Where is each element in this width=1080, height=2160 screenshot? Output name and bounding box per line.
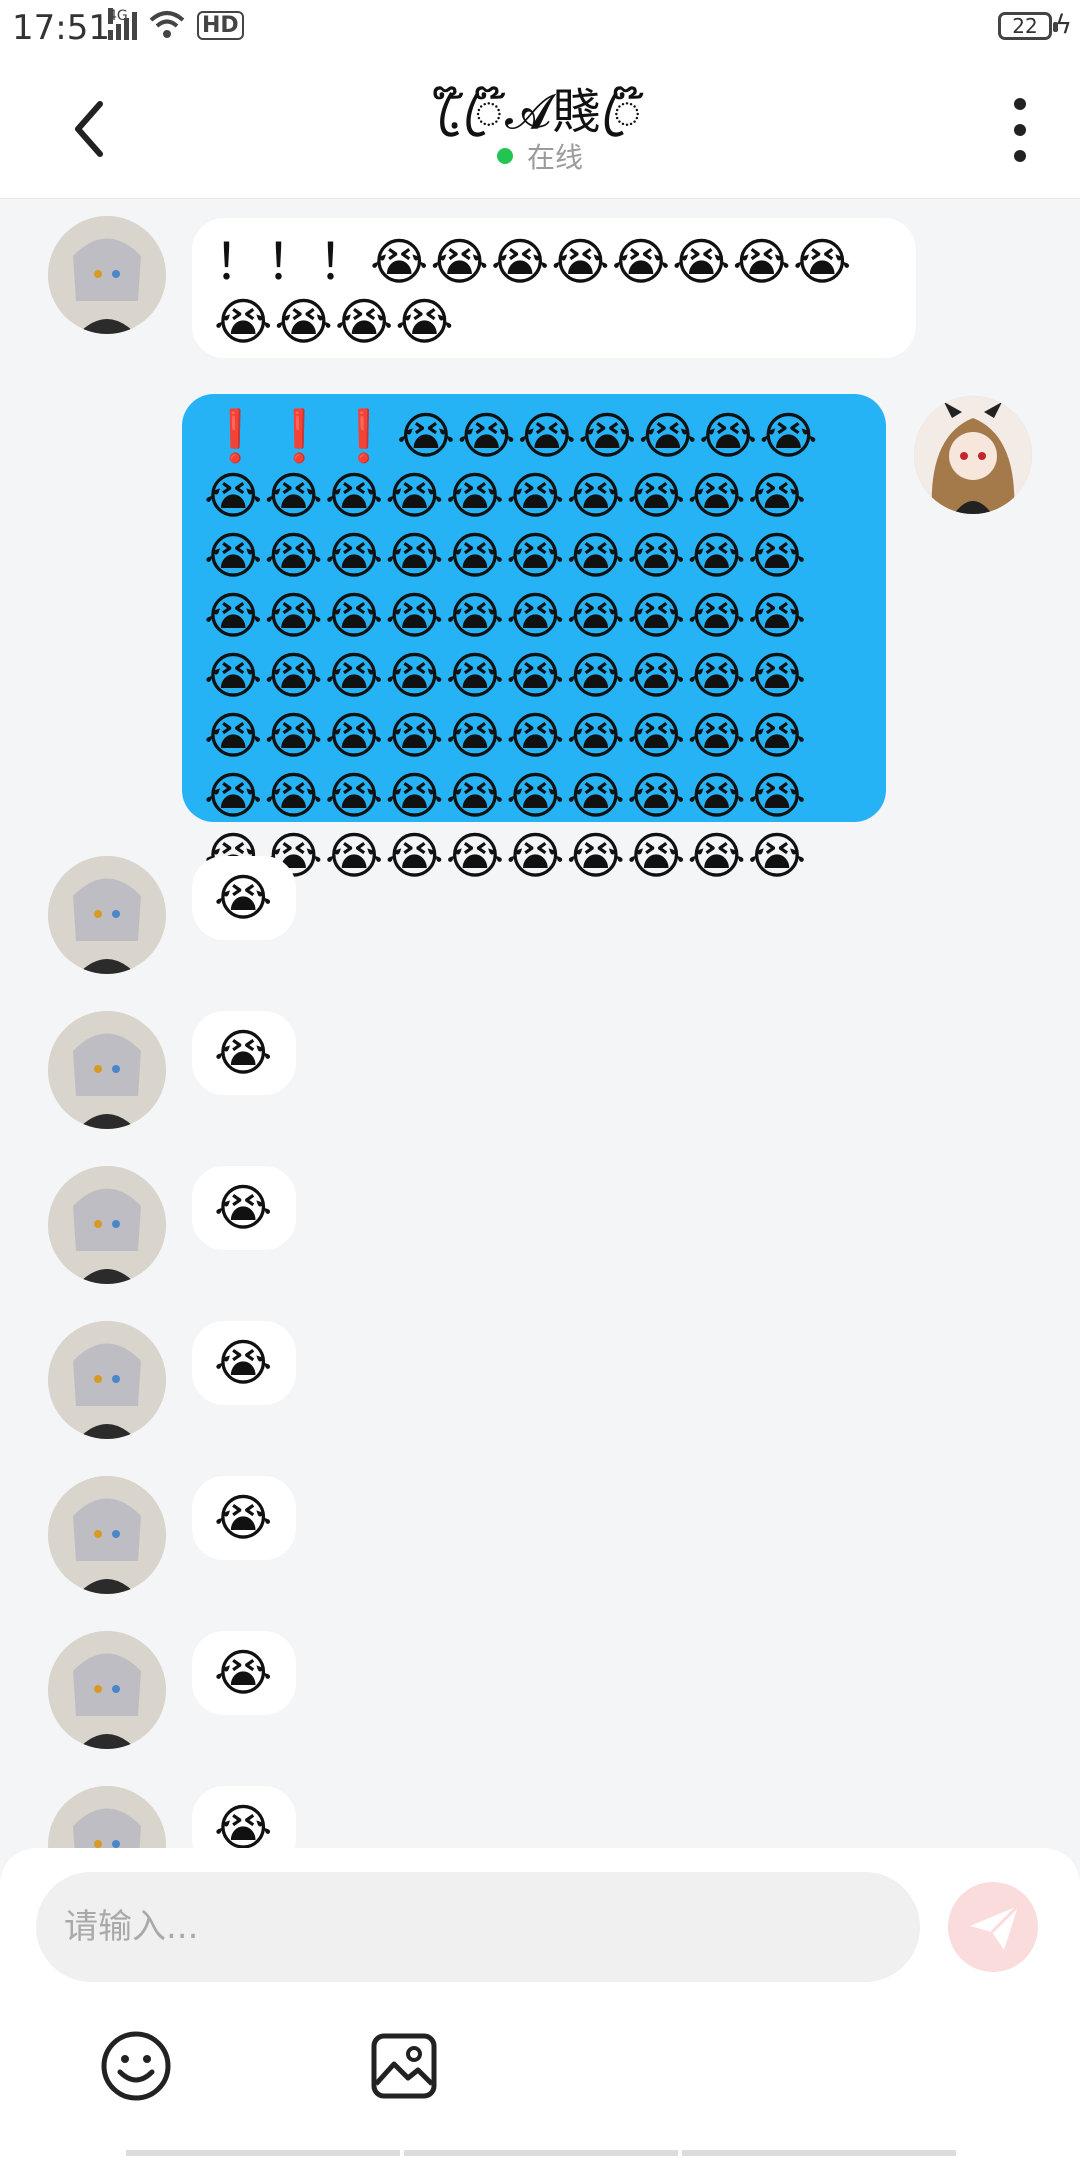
message-bubble-incoming[interactable]: 😭 (192, 1631, 296, 1715)
message-bubble-incoming[interactable]: 😭 (192, 856, 296, 940)
signal-icon: 4G (108, 8, 137, 40)
charging-icon: ϟ (1054, 10, 1072, 40)
message-row: 😭 (0, 1321, 1080, 1441)
message-bubble-incoming[interactable]: 😭 (192, 1786, 296, 1848)
message-list[interactable]: ！！！😭😭😭😭😭😭😭😭😭😭😭😭 ❗❗❗😭😭😭😭😭😭😭😭😭😭😭😭😭😭😭😭😭😭😭😭😭… (0, 200, 1080, 1848)
status-icons: 4G HD (108, 8, 244, 40)
hd-icon: HD (197, 11, 244, 40)
message-text: 😭 (214, 1644, 273, 1702)
message-bubble-incoming[interactable]: 😭 (192, 1166, 296, 1250)
contact-avatar[interactable] (48, 856, 166, 974)
wifi-icon (149, 11, 185, 38)
composer (0, 1848, 1080, 2160)
send-icon (970, 1904, 1020, 1950)
my-avatar[interactable] (914, 396, 1032, 514)
message-row: 😭 (0, 1786, 1080, 1848)
contact-avatar[interactable] (48, 1166, 166, 1284)
message-row: 😭 (0, 1166, 1080, 1286)
message-bubble-outgoing[interactable]: ❗❗❗😭😭😭😭😭😭😭😭😭😭😭😭😭😭😭😭😭😭😭😭😭😭😭😭😭😭😭😭😭😭😭😭😭😭😭😭😭… (182, 394, 886, 945)
contact-avatar[interactable] (48, 216, 166, 334)
send-button[interactable] (948, 1882, 1038, 1972)
image-icon (371, 2033, 437, 2099)
status-bar: 17:51 4G HD 22 ϟ (0, 0, 1080, 56)
message-bubble-incoming[interactable]: 😭 (192, 1321, 296, 1405)
chat-header: .ꦿ໊ꦿ໊𝓐賤ꦿ໊ 在线 (0, 56, 1080, 199)
contact-avatar[interactable] (48, 1321, 166, 1439)
message-text: 😭 (214, 1334, 273, 1392)
contact-avatar[interactable] (48, 1011, 166, 1129)
message-text: ！！！😭😭😭😭😭😭😭😭😭😭😭😭 (214, 233, 854, 351)
more-vertical-icon (1014, 98, 1026, 110)
network-type: 4G (108, 8, 128, 24)
message-row: 😭 (0, 1631, 1080, 1751)
message-text: 😭 (214, 1799, 273, 1848)
emoji-button[interactable] (100, 2030, 172, 2102)
message-text: 😭 (214, 1024, 273, 1082)
message-row: 😭 (0, 1476, 1080, 1596)
message-text: 😭 (214, 1179, 273, 1237)
more-options-button[interactable] (1000, 98, 1040, 162)
contact-avatar[interactable] (48, 1631, 166, 1749)
message-bubble-incoming[interactable]: ！！！😭😭😭😭😭😭😭😭😭😭😭😭 (192, 218, 916, 358)
online-status-text: 在线 (526, 141, 583, 174)
message-text: 😭 (214, 869, 273, 927)
message-bubble-incoming[interactable]: 😭 (192, 1476, 296, 1560)
message-text: 😭 (214, 1489, 273, 1547)
smiley-icon (101, 2031, 171, 2101)
contact-avatar[interactable] (48, 1786, 166, 1848)
message-bubble-incoming[interactable]: 😭 (192, 1011, 296, 1095)
gesture-bar (126, 2150, 956, 2156)
contact-avatar[interactable] (48, 1476, 166, 1594)
message-row: 😭 (0, 1011, 1080, 1131)
online-status: 在线 (0, 136, 1080, 176)
message-input[interactable] (36, 1872, 920, 1982)
message-row: 😭 (0, 856, 1080, 976)
battery-icon: 22 (998, 12, 1058, 40)
image-button[interactable] (368, 2030, 440, 2102)
message-row: ！！！😭😭😭😭😭😭😭😭😭😭😭😭 (0, 216, 1080, 358)
online-dot-icon (496, 148, 513, 164)
status-time: 17:51 (12, 8, 110, 48)
message-row: ❗❗❗😭😭😭😭😭😭😭😭😭😭😭😭😭😭😭😭😭😭😭😭😭😭😭😭😭😭😭😭😭😭😭😭😭😭😭😭😭… (0, 394, 1080, 945)
